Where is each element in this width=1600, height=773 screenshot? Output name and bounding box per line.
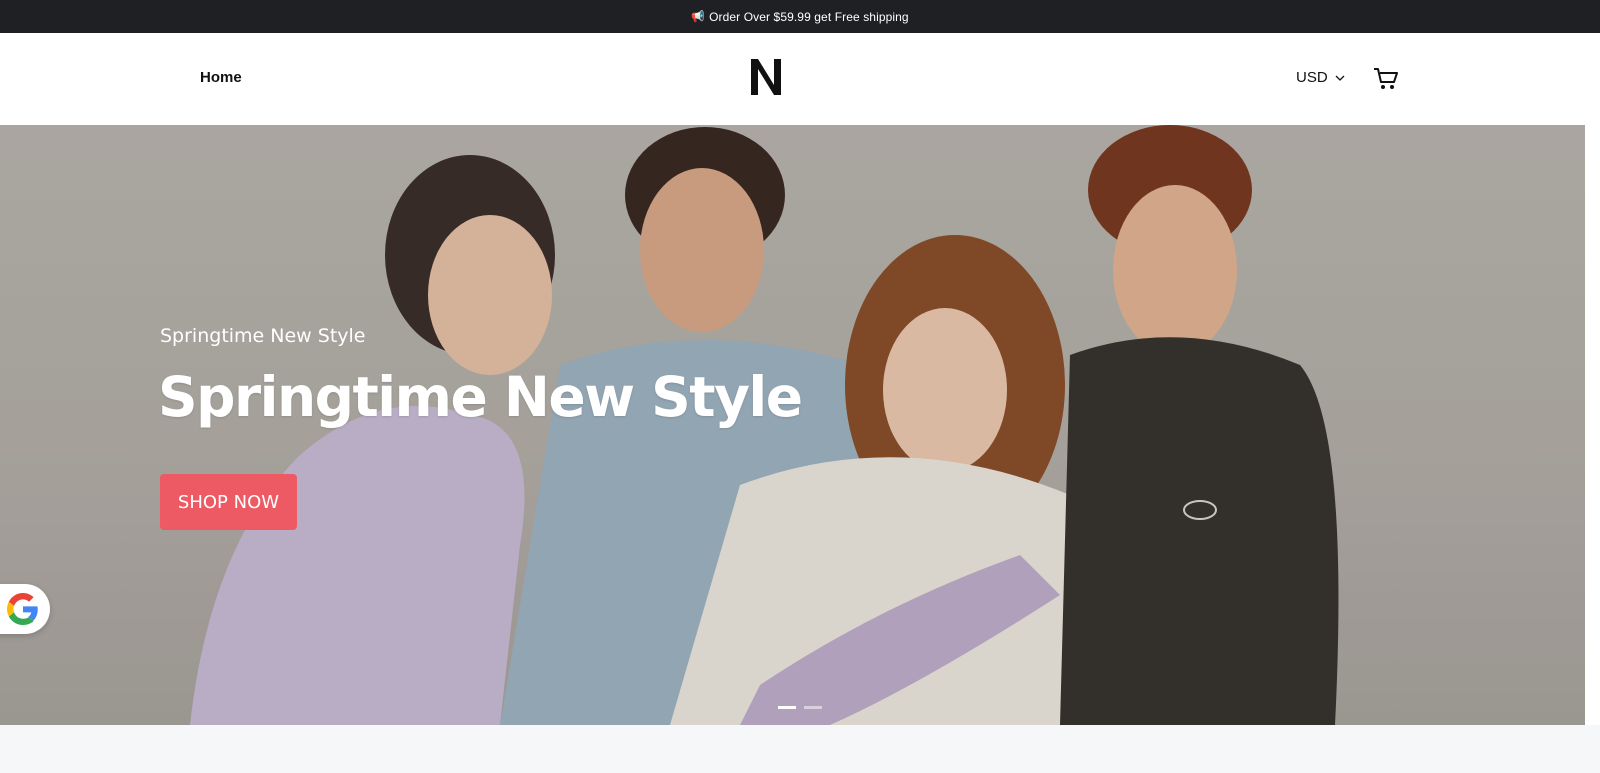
carousel-indicators	[778, 706, 822, 709]
currency-selector[interactable]: USD	[1296, 69, 1345, 86]
announcement-bar: 📢 Order Over $59.99 get Free shipping	[0, 0, 1600, 33]
nav-link-home[interactable]: Home	[200, 69, 242, 86]
shop-now-button[interactable]: SHOP NOW	[160, 474, 297, 530]
hero-subtitle: Springtime New Style	[160, 325, 366, 347]
chevron-down-icon	[1335, 69, 1345, 86]
hero-banner: Springtime New Style Springtime New Styl…	[0, 125, 1585, 725]
carousel-dot-2[interactable]	[804, 706, 822, 709]
google-sign-in-badge[interactable]	[0, 584, 50, 634]
cart-icon[interactable]	[1373, 67, 1399, 91]
google-icon	[7, 593, 38, 625]
page-scrollbar[interactable]	[1585, 125, 1600, 725]
carousel-dot-1[interactable]	[778, 706, 796, 709]
currency-value: USD	[1296, 69, 1328, 86]
hero-title: Springtime New Style	[158, 365, 803, 429]
announcement-text: Order Over $59.99 get Free shipping	[709, 9, 909, 24]
megaphone-icon: 📢	[691, 11, 706, 23]
brand-logo[interactable]	[749, 57, 783, 97]
site-header: Home USD	[0, 33, 1600, 125]
